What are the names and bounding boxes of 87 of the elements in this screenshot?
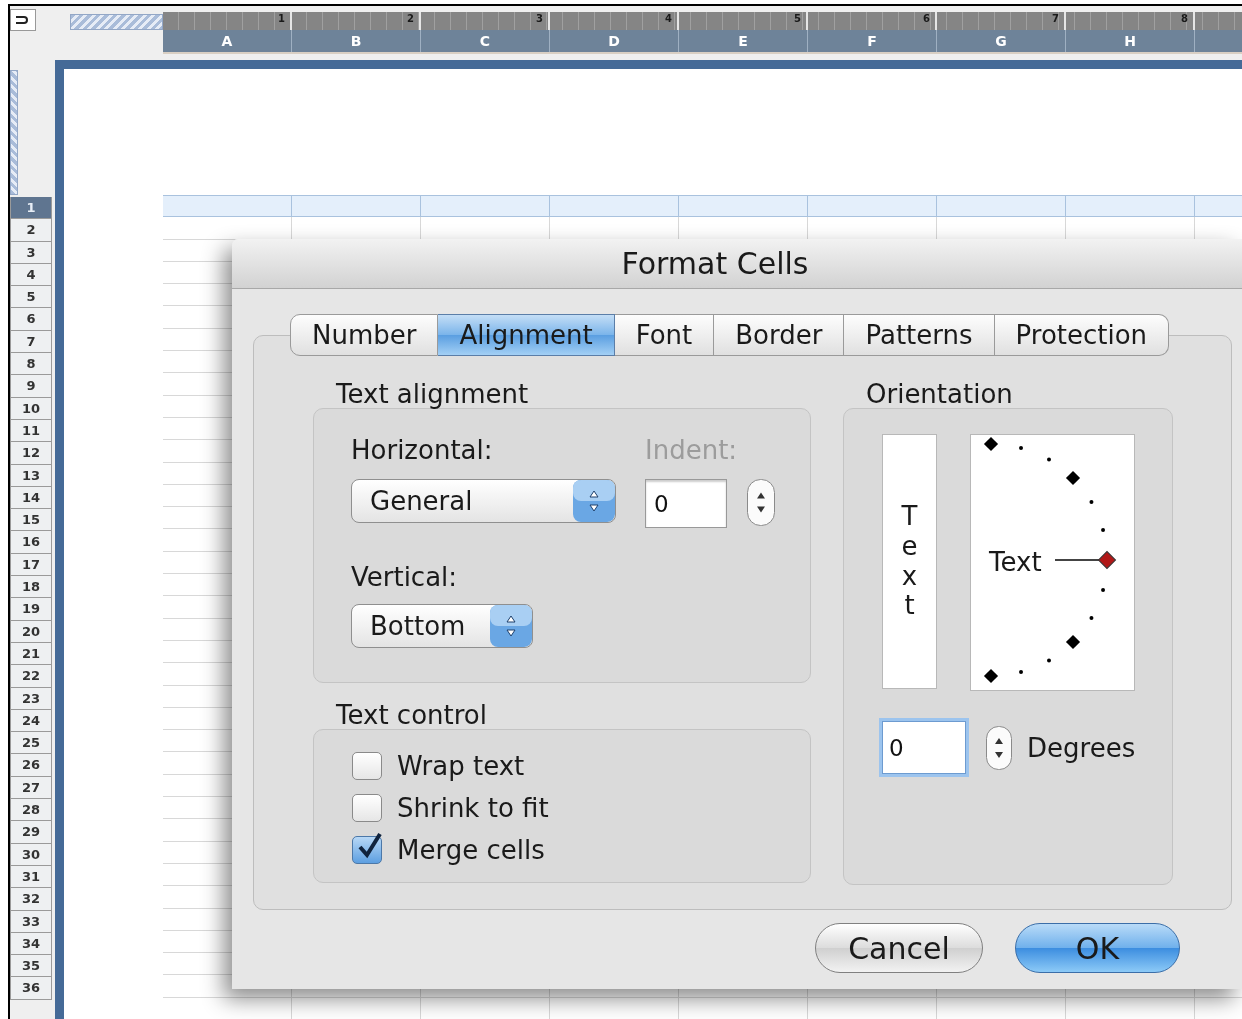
dropdown[interactable]: General <box>351 479 616 523</box>
row-header[interactable]: 18 <box>10 576 52 599</box>
row-header[interactable]: 7 <box>10 330 52 354</box>
row-header[interactable]: 12 <box>10 442 52 465</box>
row-header[interactable]: 8 <box>10 353 52 376</box>
degrees-field[interactable]: 0 <box>882 721 966 774</box>
checkbox-label: Merge cells <box>397 836 545 864</box>
row-header[interactable]: 5 <box>10 286 52 309</box>
row-header[interactable]: 21 <box>10 642 52 666</box>
field-label: Vertical: <box>351 563 459 591</box>
corner-button[interactable] <box>10 9 36 31</box>
field-label: Degrees <box>1027 733 1136 762</box>
group-title: Text alignment <box>336 380 530 408</box>
row-header[interactable]: 25 <box>10 732 52 755</box>
row-header[interactable]: 30 <box>10 843 52 866</box>
row-header[interactable]: 26 <box>10 754 52 777</box>
ruler-number: 2 <box>407 12 415 25</box>
row-header[interactable]: 16 <box>10 531 52 554</box>
row-header[interactable]: 23 <box>10 687 52 710</box>
ruler-number: 7 <box>1052 12 1060 25</box>
row-header[interactable]: 34 <box>10 932 52 956</box>
row-header[interactable]: 15 <box>10 509 52 532</box>
row-header[interactable]: 10 <box>10 397 52 420</box>
checkbox-label: Shrink to fit <box>397 794 549 822</box>
column-header[interactable]: E <box>679 30 808 52</box>
row-header[interactable]: 33 <box>10 910 52 933</box>
field-label: Horizontal: <box>351 436 494 464</box>
dial-text: Text <box>989 548 1042 576</box>
button[interactable]: Cancel <box>815 923 983 973</box>
checkbox[interactable] <box>352 794 382 822</box>
group-title: Orientation <box>866 380 1014 408</box>
ruler-number: 8 <box>1181 12 1189 25</box>
row-header[interactable]: 20 <box>10 620 52 643</box>
field-label: Indent: <box>645 436 739 464</box>
ruler-number: 4 <box>665 12 673 25</box>
tab[interactable]: Patterns <box>844 314 995 356</box>
vertical-text-option[interactable]: Text <box>882 434 937 689</box>
checkbox-label: Wrap text <box>397 752 525 780</box>
ruler-number: 1 <box>278 12 286 25</box>
tab[interactable]: Number <box>290 314 439 356</box>
column-header[interactable]: A <box>163 30 292 52</box>
row-header[interactable]: 6 <box>10 308 52 331</box>
column-header[interactable]: F <box>808 30 937 52</box>
row-header[interactable]: 1 <box>10 197 52 220</box>
stepper[interactable] <box>986 725 1012 770</box>
up-down-arrows-icon <box>573 480 615 522</box>
row-header[interactable]: 9 <box>10 375 52 398</box>
row-header[interactable]: 36 <box>10 977 52 1000</box>
curve-icon <box>15 14 31 26</box>
group-title: Text control <box>336 701 488 729</box>
row-header[interactable]: 27 <box>10 776 52 799</box>
row-header[interactable]: 17 <box>10 553 52 577</box>
tab[interactable]: Alignment <box>438 314 615 356</box>
orientation-dial[interactable]: Text <box>970 434 1135 691</box>
row-header[interactable]: 35 <box>10 955 52 978</box>
row-header[interactable]: 3 <box>10 241 52 264</box>
ruler-number: 6 <box>923 12 931 25</box>
stepper[interactable] <box>747 479 775 526</box>
row-header[interactable]: 4 <box>10 263 52 287</box>
ruler-number: 5 <box>794 12 802 25</box>
tab[interactable]: Border <box>714 314 845 356</box>
checkbox[interactable] <box>352 836 382 864</box>
button[interactable]: OK <box>1015 923 1180 973</box>
column-header[interactable]: H <box>1066 30 1195 52</box>
column-header[interactable]: D <box>550 30 679 52</box>
column-header[interactable]: G <box>937 30 1066 52</box>
tab[interactable]: Protection <box>994 314 1170 356</box>
row-header[interactable]: 24 <box>10 709 52 733</box>
tab[interactable]: Font <box>614 314 715 356</box>
row-header[interactable]: 2 <box>10 219 52 242</box>
row-header[interactable]: 32 <box>10 888 52 911</box>
column-header[interactable]: C <box>421 30 550 52</box>
row-header[interactable]: 29 <box>10 821 52 844</box>
dialog-title: Format Cells <box>621 246 809 281</box>
up-down-arrows-icon <box>490 605 532 647</box>
dropdown[interactable]: Bottom <box>351 604 533 648</box>
row-header[interactable]: 13 <box>10 464 52 487</box>
vertical-text: Text <box>901 501 918 622</box>
row-header[interactable]: 28 <box>10 799 52 822</box>
row-header[interactable]: 19 <box>10 598 52 621</box>
row-header[interactable]: 31 <box>10 865 52 889</box>
row-header[interactable]: 22 <box>10 665 52 688</box>
row-header[interactable]: 14 <box>10 486 52 510</box>
row-header[interactable]: 11 <box>10 419 52 443</box>
ruler-number: 3 <box>536 12 544 25</box>
checkbox[interactable] <box>352 752 382 780</box>
column-header[interactable]: B <box>292 30 421 52</box>
